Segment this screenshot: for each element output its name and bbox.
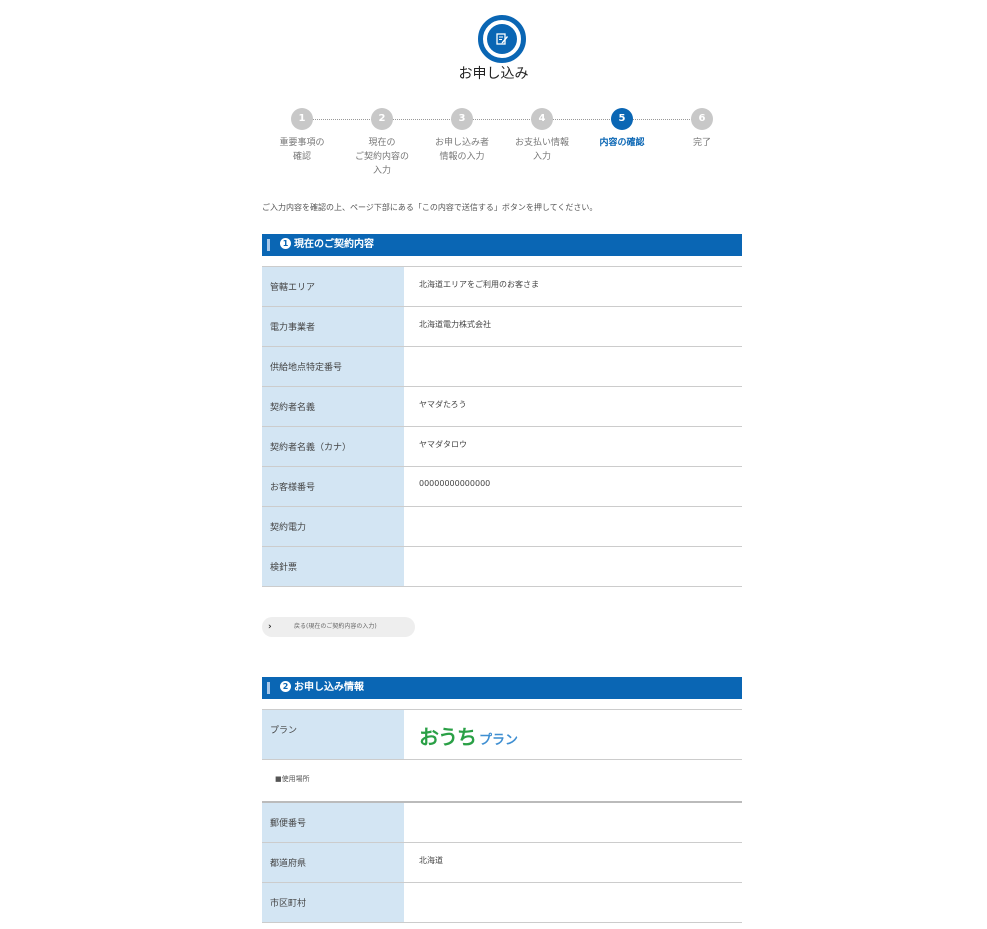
step-label: 完了	[692, 138, 711, 148]
row-value: ヤマダたろう	[419, 400, 467, 409]
row-value: 北海道	[419, 856, 443, 865]
step-number: 5	[611, 108, 633, 130]
step-5-current: 5 内容の確認	[582, 108, 662, 150]
row-value	[404, 547, 742, 586]
row-label: 契約者名義（カナ）	[262, 427, 404, 466]
row-label: 都道府県	[262, 843, 404, 882]
table-row: 供給地点特定番号	[262, 347, 742, 387]
table-row: 郵便番号	[262, 803, 742, 843]
row-value: ヤマダタロウ	[419, 440, 467, 449]
step-number: 4	[531, 108, 553, 130]
row-value: 北海道電力株式会社	[419, 320, 491, 329]
page-title: お申し込み	[458, 66, 529, 82]
chevron-right-icon: ›	[268, 622, 272, 632]
step-3: 3 お申し込み者 情報の入力	[422, 108, 502, 164]
section-number: 1	[280, 238, 291, 249]
step-label: お支払い情報 入力	[514, 138, 569, 162]
step-6: 6 完了	[662, 108, 742, 150]
step-4: 4 お支払い情報 入力	[502, 108, 582, 164]
step-2: 2 現在の ご契約内容の 入力	[342, 108, 422, 178]
plan-logo-main: おうち	[419, 725, 477, 749]
back-button-label: 戻る(現在のご契約内容の入力)	[294, 623, 377, 630]
step-number: 2	[371, 108, 393, 130]
row-label: 管轄エリア	[262, 267, 404, 306]
table-row: 契約電力	[262, 507, 742, 547]
row-label: お客様番号	[262, 467, 404, 506]
table-row-plan: プラン おうち プラン	[262, 710, 742, 760]
row-value	[404, 347, 742, 386]
row-value	[404, 883, 742, 922]
table-row: 検針票	[262, 547, 742, 587]
row-label: 電力事業者	[262, 307, 404, 346]
plan-logo: おうち プラン	[404, 710, 742, 759]
step-number: 6	[691, 108, 713, 130]
section-application-info-header: 2 お申し込み情報	[262, 677, 742, 699]
table-row: 契約者名義（カナ） ヤマダタロウ	[262, 427, 742, 467]
edit-icon	[487, 24, 517, 54]
table-row: 契約者名義 ヤマダたろう	[262, 387, 742, 427]
step-label: お申し込み者 情報の入力	[434, 138, 489, 162]
plan-logo-sub: プラン	[479, 733, 519, 748]
row-label: 郵便番号	[262, 803, 404, 842]
progress-steps: 1 重要事項の 確認 2 現在の ご契約内容の 入力 3 お申し込み者 情報の入…	[262, 108, 742, 188]
section-current-contract-header: 1 現在のご契約内容	[262, 234, 742, 256]
step-1: 1 重要事項の 確認	[262, 108, 342, 164]
step-number: 1	[291, 108, 313, 130]
row-label: 検針票	[262, 547, 404, 586]
table-row: お客様番号 00000000000000	[262, 467, 742, 507]
back-to-contract-button[interactable]: › 戻る(現在のご契約内容の入力)	[262, 617, 415, 637]
step-label: 内容の確認	[599, 138, 645, 148]
intro-text: ご入力内容を確認の上、ページ下部にある「この内容で送信する」ボタンを押してくださ…	[262, 203, 598, 212]
row-label: プラン	[262, 710, 404, 759]
row-label: 契約者名義	[262, 387, 404, 426]
row-value	[404, 803, 742, 842]
table-row: 市区町村	[262, 883, 742, 923]
row-value: 北海道エリアをご利用のお客さま	[419, 280, 539, 289]
usage-location-heading: ■使用場所	[275, 775, 310, 783]
row-value	[404, 507, 742, 546]
step-number: 3	[451, 108, 473, 130]
ouchi-plan-logo: おうち プラン	[419, 721, 742, 750]
step-label: 現在の ご契約内容の 入力	[354, 138, 409, 176]
row-label: 契約電力	[262, 507, 404, 546]
table-row: 都道府県 北海道	[262, 843, 742, 883]
current-contract-table: 管轄エリア 北海道エリアをご利用のお客さま 電力事業者 北海道電力株式会社 供給…	[262, 266, 742, 587]
plan-table: プラン おうち プラン	[262, 709, 742, 760]
section-title: 現在のご契約内容	[294, 239, 374, 250]
row-label: 供給地点特定番号	[262, 347, 404, 386]
row-value: 00000000000000	[419, 479, 491, 488]
step-label: 重要事項の 確認	[279, 138, 325, 162]
section-number: 2	[280, 681, 291, 692]
table-row: 電力事業者 北海道電力株式会社	[262, 307, 742, 347]
row-label: 市区町村	[262, 883, 404, 922]
section-title: お申し込み情報	[294, 682, 364, 693]
usage-location-table: 郵便番号 都道府県 北海道 市区町村	[262, 801, 742, 923]
table-row: 管轄エリア 北海道エリアをご利用のお客さま	[262, 267, 742, 307]
application-icon-ring	[478, 15, 526, 63]
